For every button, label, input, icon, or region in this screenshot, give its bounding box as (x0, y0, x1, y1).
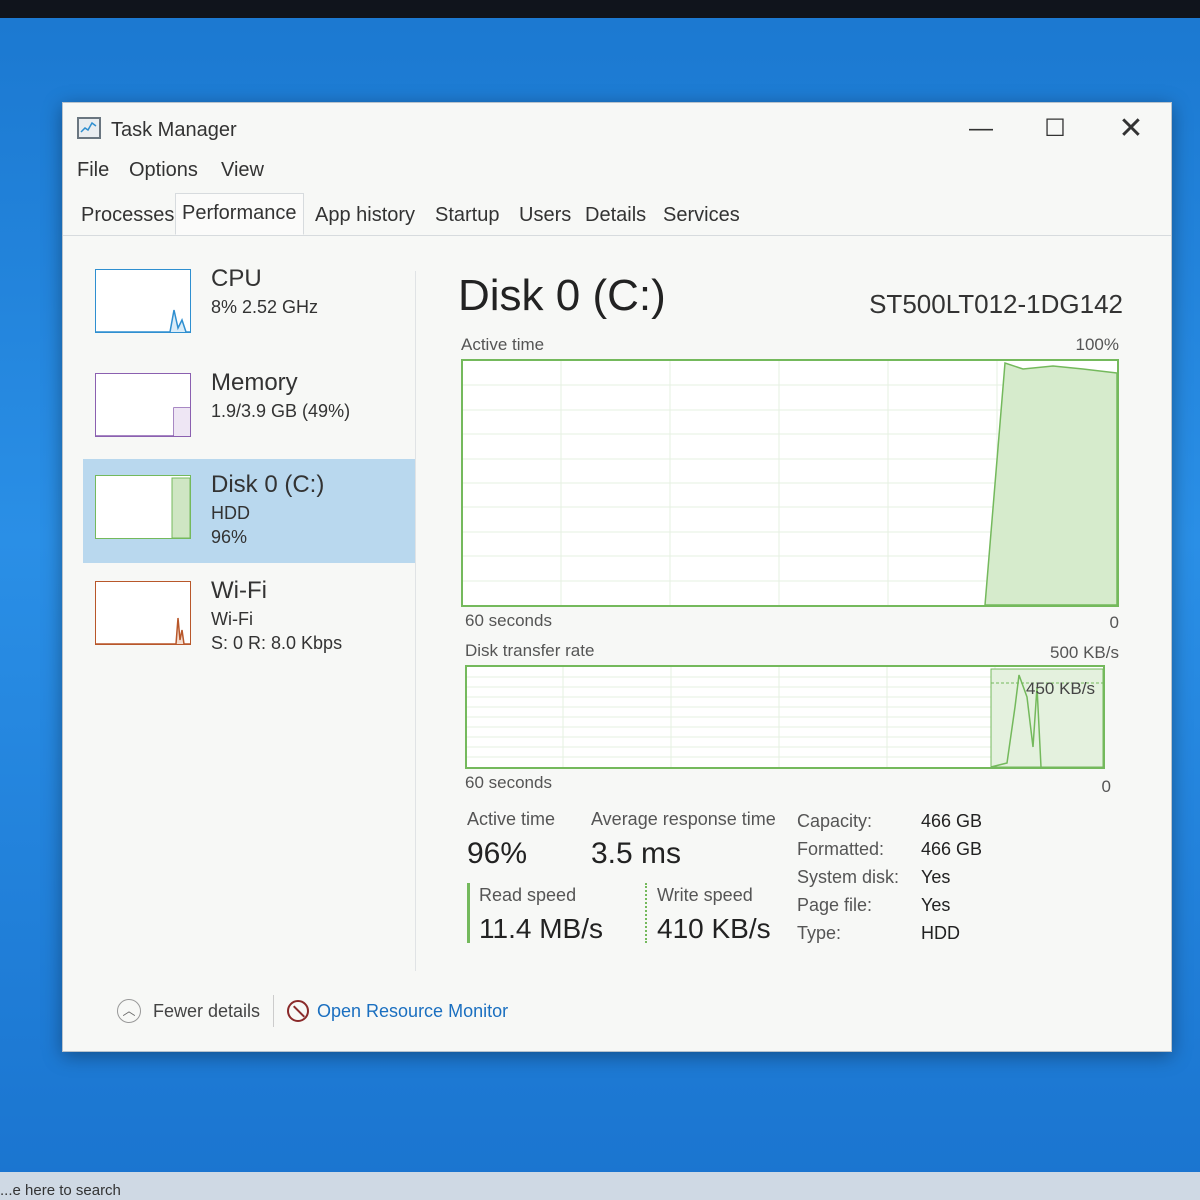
cpu-label: CPU (211, 265, 262, 292)
disk-type: HDD (211, 503, 250, 523)
tab-users[interactable]: Users (513, 199, 577, 235)
resource-monitor-icon[interactable] (287, 1000, 309, 1022)
wifi-adapter: Wi-Fi (211, 609, 253, 629)
menu-options[interactable]: Options (129, 159, 198, 182)
window-title: Task Manager (111, 119, 237, 141)
menu-file[interactable]: File (77, 159, 109, 182)
page-file-label: Page file: (797, 895, 873, 915)
tab-strip: Processes Performance App history Startu… (63, 191, 1171, 236)
sidebar-item-memory[interactable]: Memory 1.9/3.9 GB (49%) (83, 357, 415, 461)
tab-app-history[interactable]: App history (309, 199, 421, 235)
sidebar-item-disk[interactable]: Disk 0 (C:) HDD 96% (83, 459, 415, 563)
disk-label: Disk 0 (C:) (211, 471, 325, 498)
menu-bar: File Options View (63, 159, 1171, 187)
avg-response-value: 3.5 ms (591, 837, 682, 870)
system-disk-value: Yes (921, 867, 951, 887)
tab-performance[interactable]: Performance (175, 193, 304, 235)
write-speed-value: 410 KB/s (657, 913, 771, 944)
wifi-throughput: S: 0 R: 8.0 Kbps (211, 633, 343, 653)
fewer-details-button[interactable]: Fewer details (153, 1001, 260, 1022)
title-bar[interactable]: Task Manager — ☐ ✕ (63, 103, 1171, 155)
active-time-stat-value: 96% (467, 837, 528, 870)
read-speed-indicator (467, 883, 470, 943)
taskbar-search[interactable]: ...e here to search (0, 1182, 121, 1199)
footer-divider (273, 995, 274, 1027)
chevron-up-icon[interactable]: ︿ (117, 999, 141, 1023)
type-value: HDD (921, 923, 960, 943)
sidebar-item-wifi[interactable]: Wi-Fi Wi-Fi S: 0 R: 8.0 Kbps (83, 565, 415, 669)
tab-processes[interactable]: Processes (75, 199, 180, 235)
active-time-window: 60 seconds (465, 611, 552, 630)
memory-label: Memory (211, 369, 298, 396)
formatted-value: 466 GB (921, 839, 983, 859)
active-time-max: 100% (1075, 335, 1119, 354)
menu-view[interactable]: View (221, 159, 264, 182)
tab-startup[interactable]: Startup (429, 199, 505, 235)
taskbar: ...e here to search (0, 1172, 1200, 1200)
close-button[interactable]: ✕ (1103, 109, 1159, 149)
maximize-button[interactable]: ☐ (1027, 109, 1083, 149)
resource-sidebar: CPU 8% 2.52 GHz Memory 1.9/3.9 GB (49%) … (83, 253, 423, 973)
footer: ︿ Fewer details Open Resource Monitor (63, 983, 1171, 1033)
memory-thumbnail (95, 373, 191, 437)
disk-title: Disk 0 (C:) (458, 271, 666, 320)
disk-thumbnail (95, 475, 191, 539)
capacity-value: 466 GB (921, 811, 983, 831)
capacity-label: Capacity: (797, 811, 873, 831)
disk-usage: 96% (211, 527, 248, 547)
formatted-label: Formatted: (797, 839, 885, 859)
transfer-rate-min: 0 (1101, 777, 1111, 796)
write-speed-label: Write speed (657, 885, 753, 905)
transfer-rate-window: 60 seconds (465, 773, 552, 792)
active-time-stat-label: Active time (467, 809, 556, 829)
cpu-usage: 8% 2.52 GHz (211, 297, 319, 317)
active-time-graph-label: Active time (461, 335, 545, 354)
task-manager-icon (77, 117, 101, 139)
active-time-graph (461, 359, 1119, 607)
transfer-rate-max: 500 KB/s (1050, 643, 1119, 662)
memory-usage: 1.9/3.9 GB (49%) (211, 401, 351, 421)
cpu-thumbnail (95, 269, 191, 333)
tab-details[interactable]: Details (579, 199, 652, 235)
read-speed-label: Read speed (479, 885, 577, 905)
avg-response-label: Average response time (591, 809, 776, 829)
system-disk-label: System disk: (797, 867, 900, 887)
sidebar-divider (415, 271, 416, 971)
minimize-button[interactable]: — (953, 109, 1009, 149)
active-time-min: 0 (1109, 613, 1119, 632)
wifi-label: Wi-Fi (211, 577, 267, 604)
tab-services[interactable]: Services (657, 199, 746, 235)
write-speed-indicator (645, 883, 647, 943)
transfer-rate-marker: 450 KB/s (1026, 679, 1095, 698)
sidebar-item-cpu[interactable]: CPU 8% 2.52 GHz (83, 253, 415, 357)
type-label: Type: (797, 923, 842, 943)
disk-detail-panel: Disk 0 (C:) ST500LT012-1DG142 Active tim… (443, 253, 1133, 973)
monitor-bezel (0, 0, 1200, 18)
task-manager-window: Task Manager — ☐ ✕ File Options View Pro… (62, 102, 1172, 1052)
read-speed-value: 11.4 MB/s (479, 913, 603, 944)
transfer-rate-graph: 450 KB/s (465, 665, 1105, 769)
transfer-rate-graph-label: Disk transfer rate (465, 641, 595, 660)
wifi-thumbnail (95, 581, 191, 645)
open-resource-monitor-link[interactable]: Open Resource Monitor (317, 1001, 508, 1022)
disk-model: ST500LT012-1DG142 (869, 289, 1123, 319)
page-file-value: Yes (921, 895, 951, 915)
